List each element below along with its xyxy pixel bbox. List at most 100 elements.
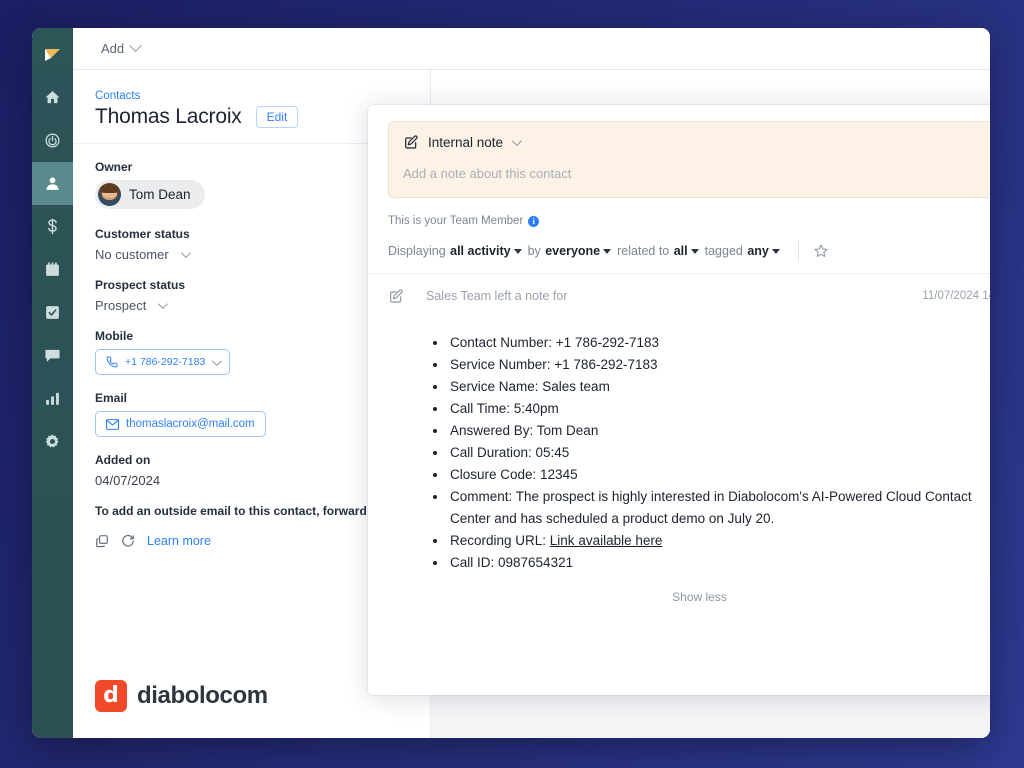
chevron-down-icon — [180, 248, 191, 259]
filter-tagged-word: tagged — [704, 244, 743, 258]
learn-more-link[interactable]: Learn more — [147, 534, 211, 548]
filter-activity-value[interactable]: all activity — [450, 244, 510, 258]
sidebar-item-settings[interactable] — [32, 420, 73, 463]
chevron-down-icon — [158, 299, 169, 310]
recording-url-link[interactable]: Link available here — [550, 533, 663, 548]
sidebar-item-messages[interactable] — [32, 334, 73, 377]
breadcrumb[interactable]: Contacts — [95, 90, 430, 102]
caret-down-icon[interactable] — [771, 248, 780, 254]
filter-related-value[interactable]: all — [674, 244, 688, 258]
activity-panel: Internal note Add a note about this cont… — [368, 105, 990, 695]
filter-by-word: by — [527, 244, 541, 258]
diabolocom-logo-text: diabolocom — [137, 682, 268, 709]
field-added-on: Added on 04/07/2024 — [95, 453, 408, 488]
customer-status-select[interactable]: No customer — [95, 247, 408, 262]
sidebar-item-home[interactable] — [32, 76, 73, 119]
mobile-value-button[interactable]: +1 786-292-7183 — [95, 349, 231, 375]
sidebar-item-deals[interactable] — [32, 205, 73, 248]
filter-by-value[interactable]: everyone — [545, 244, 600, 258]
sidebar-item-contacts[interactable] — [32, 162, 73, 205]
activity-panel-header: Internal note Add a note about this cont… — [368, 105, 990, 273]
chevron-down-icon — [212, 355, 223, 366]
envelope-icon — [106, 418, 119, 430]
email-value-button[interactable]: thomaslacroix@mail.com — [95, 411, 266, 437]
sidebar-item-logo[interactable] — [32, 36, 73, 76]
field-email: Email thomaslacroix@mail.com — [95, 391, 408, 437]
field-owner: Owner Tom Dean — [95, 160, 408, 211]
note-composer[interactable]: Internal note Add a note about this cont… — [388, 121, 990, 198]
content-column: Add Contacts Thomas Lacroix Edit Owner T… — [73, 28, 990, 738]
note-bullet-item-call-id: Call ID: 0987654321 — [448, 552, 990, 574]
prospect-status-value: Prospect — [95, 298, 147, 313]
add-button-label: Add — [101, 41, 125, 56]
filter-tagged-value[interactable]: any — [747, 244, 769, 258]
activity-entry: Sales Team left a note for 11/07/2024 14… — [368, 274, 990, 604]
note-bullet-item: Comment: The prospect is highly interest… — [448, 486, 990, 530]
caret-down-icon[interactable] — [690, 248, 699, 254]
caret-down-icon[interactable] — [513, 248, 522, 254]
team-member-notice: This is your Team Member i — [388, 215, 990, 227]
note-bullet-list: Contact Number: +1 786-292-7183Service N… — [434, 332, 990, 574]
note-bullet-item: Answered By: Tom Dean — [448, 420, 990, 442]
note-bullet-item-recording: Recording URL: Link available here — [448, 530, 990, 552]
phone-icon — [106, 356, 118, 368]
mobile-value: +1 786-292-7183 — [125, 356, 206, 368]
field-mobile: Mobile +1 786-292-7183 — [95, 329, 408, 375]
learn-more-row: Learn more — [95, 534, 408, 548]
avatar — [98, 183, 121, 206]
customer-status-label: Customer status — [95, 227, 190, 241]
add-button[interactable]: Add — [95, 37, 146, 60]
mobile-label: Mobile — [95, 329, 133, 343]
added-on-value: 04/07/2024 — [95, 473, 161, 488]
top-bar: Add — [73, 28, 990, 70]
sidebar-item-activity[interactable] — [32, 119, 73, 162]
filter-prefix: Displaying — [388, 244, 446, 258]
email-value: thomaslacroix@mail.com — [126, 418, 255, 430]
note-input-placeholder[interactable]: Add a note about this contact — [403, 166, 990, 181]
sidebar-rail — [32, 28, 73, 738]
field-prospect-status: Prospect status Prospect — [95, 278, 408, 313]
note-bullet-item: Service Name: Sales team — [448, 376, 990, 398]
note-bullet-item: Service Number: +1 786-292-7183 — [448, 354, 990, 376]
sidebar-item-reports[interactable] — [32, 377, 73, 420]
edit-button[interactable]: Edit — [255, 106, 299, 128]
activity-entry-header: Sales Team left a note for 11/07/2024 14… — [388, 288, 990, 304]
caret-down-icon[interactable] — [603, 248, 612, 254]
note-edit-icon — [403, 134, 419, 150]
gear-icon — [45, 434, 59, 448]
note-edit-icon — [388, 288, 410, 304]
recording-url-prefix: Recording URL: — [450, 533, 550, 548]
sidebar-item-tasks[interactable] — [32, 291, 73, 334]
chat-icon — [45, 349, 60, 362]
activity-filter-row: Displaying all activity by everyone rela… — [388, 241, 990, 273]
dollar-icon — [48, 218, 57, 235]
note-type-row[interactable]: Internal note — [403, 134, 990, 150]
chevron-down-icon[interactable] — [512, 135, 522, 146]
prospect-status-label: Prospect status — [95, 278, 186, 292]
filter-related-word: related to — [617, 244, 670, 258]
chevron-down-icon — [129, 39, 143, 53]
favorite-star-icon[interactable] — [813, 243, 829, 259]
owner-label: Owner — [95, 160, 133, 174]
checkbox-icon — [46, 306, 59, 319]
sidebar-item-calendar[interactable] — [32, 248, 73, 291]
outside-email-note: To add an outside email to this contact,… — [95, 504, 367, 518]
activity-entry-timestamp: 11/07/2024 14:48 — [922, 290, 990, 302]
note-type-label: Internal note — [428, 134, 504, 150]
added-on-label: Added on — [95, 453, 151, 467]
field-customer-status: Customer status No customer — [95, 227, 408, 262]
app-window: Add Contacts Thomas Lacroix Edit Owner T… — [32, 28, 990, 738]
prospect-status-select[interactable]: Prospect — [95, 298, 408, 313]
diabolocom-logo-mark: d — [95, 680, 127, 712]
customer-status-value: No customer — [95, 247, 169, 262]
copy-icon[interactable] — [95, 534, 109, 548]
refresh-icon[interactable] — [121, 534, 135, 548]
person-icon — [46, 177, 59, 190]
note-bullet-item: Closure Code: 12345 — [448, 464, 990, 486]
activity-entry-author: Sales Team left a note for — [426, 289, 568, 303]
show-less-link[interactable]: Show less — [388, 590, 990, 604]
owner-chip[interactable]: Tom Dean — [95, 180, 205, 209]
info-icon[interactable]: i — [528, 215, 540, 227]
bar-chart-icon — [46, 392, 59, 405]
note-bullet-item: Contact Number: +1 786-292-7183 — [448, 332, 990, 354]
